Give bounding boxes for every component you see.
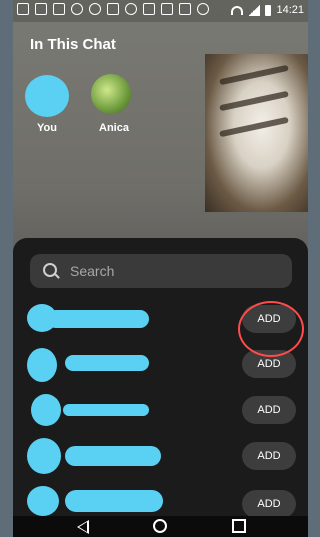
redacted-avatar — [27, 486, 59, 516]
pinterest-icon — [89, 3, 101, 15]
preview-detail — [219, 64, 289, 86]
facebook-icon — [53, 3, 65, 15]
wifi-icon — [231, 5, 244, 15]
instagram-icon — [71, 3, 83, 15]
android-nav-bar — [13, 516, 308, 537]
redacted-avatar — [27, 438, 61, 474]
redacted-name — [65, 490, 163, 512]
preview-detail — [219, 90, 289, 112]
phone-icon — [35, 3, 47, 15]
add-button[interactable]: ADD — [242, 442, 296, 470]
highlight-circle — [238, 301, 304, 357]
home-icon[interactable] — [153, 519, 167, 533]
add-button[interactable]: ADD — [242, 396, 296, 424]
avatar-you[interactable] — [25, 75, 69, 117]
redacted-name — [65, 446, 161, 466]
phone-screen: 14:21 In This Chat You Anica Search ADD — [13, 0, 308, 537]
system-status: 14:21 — [231, 4, 304, 16]
search-icon — [43, 263, 57, 277]
clock: 14:21 — [276, 4, 304, 16]
signal-icon — [248, 4, 261, 16]
gallery-icon — [107, 3, 119, 15]
redacted-avatar — [27, 348, 57, 382]
image-icon — [179, 3, 191, 15]
messenger-icon — [125, 3, 137, 15]
back-icon[interactable] — [77, 520, 89, 534]
avatar-anica[interactable] — [91, 74, 131, 114]
search-input[interactable]: Search — [70, 263, 114, 279]
participant-label-anica: Anica — [99, 122, 129, 134]
add-button[interactable]: ADD — [242, 490, 296, 518]
redacted-name — [65, 355, 149, 371]
participant-label-you: You — [37, 122, 57, 134]
status-bar: 14:21 — [13, 0, 308, 22]
contact-row[interactable]: ADD — [13, 392, 308, 432]
search-field[interactable]: Search — [30, 254, 292, 288]
app-icon — [17, 3, 29, 15]
recents-icon[interactable] — [232, 519, 246, 533]
notification-icons — [17, 3, 209, 15]
redacted-avatar — [31, 394, 61, 426]
redacted-name — [47, 310, 149, 328]
contact-row[interactable]: ADD — [13, 438, 308, 478]
redacted-name — [63, 404, 149, 416]
chat-title: In This Chat — [30, 36, 116, 53]
preview-detail — [219, 116, 289, 138]
screenshot-frame: 14:21 In This Chat You Anica Search ADD — [0, 0, 308, 537]
download-icon — [143, 3, 155, 15]
camera-preview[interactable] — [205, 54, 308, 212]
instagram-icon — [197, 3, 209, 15]
battery-icon — [265, 4, 272, 16]
video-icon — [161, 3, 173, 15]
